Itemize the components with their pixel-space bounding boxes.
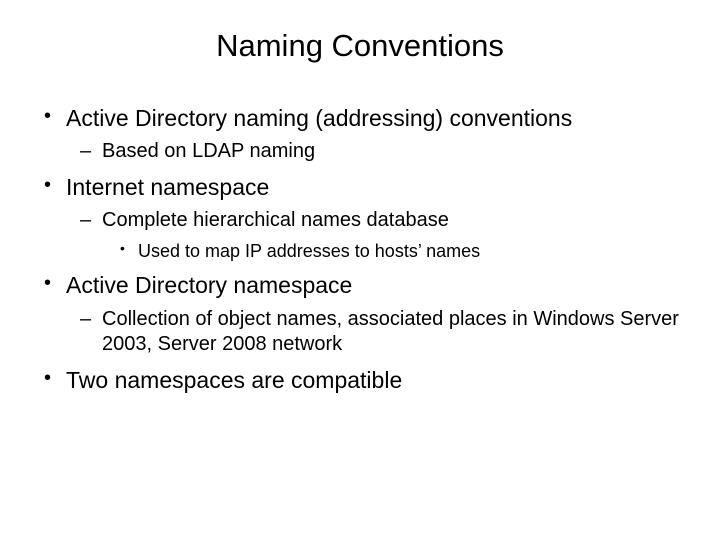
sub-sub-list: Used to map IP addresses to hosts’ names (120, 240, 680, 263)
slide: Naming Conventions Active Directory nami… (0, 0, 720, 540)
list-item: Two namespaces are compatible (40, 366, 680, 395)
bullet-text: Complete hierarchical names database (102, 209, 449, 231)
bullet-text: Collection of object names, associated p… (102, 308, 679, 356)
bullet-list: Active Directory naming (addressing) con… (40, 104, 680, 395)
sub-list: Based on LDAP naming (80, 139, 680, 165)
bullet-text: Based on LDAP naming (102, 140, 315, 162)
list-item: Collection of object names, associated p… (80, 307, 680, 358)
list-item: Internet namespace Complete hierarchical… (40, 173, 680, 263)
list-item: Based on LDAP naming (80, 139, 680, 165)
bullet-text: Active Directory naming (addressing) con… (66, 105, 572, 131)
list-item: Active Directory naming (addressing) con… (40, 104, 680, 165)
sub-list: Complete hierarchical names database Use… (80, 208, 680, 263)
sub-list: Collection of object names, associated p… (80, 307, 680, 358)
bullet-text: Active Directory namespace (66, 272, 352, 298)
list-item: Complete hierarchical names database Use… (80, 208, 680, 263)
bullet-text: Internet namespace (66, 174, 269, 200)
bullet-text: Two namespaces are compatible (66, 367, 402, 393)
slide-title: Naming Conventions (40, 28, 680, 64)
list-item: Active Directory namespace Collection of… (40, 271, 680, 358)
list-item: Used to map IP addresses to hosts’ names (120, 240, 680, 263)
bullet-text: Used to map IP addresses to hosts’ names (138, 241, 480, 261)
